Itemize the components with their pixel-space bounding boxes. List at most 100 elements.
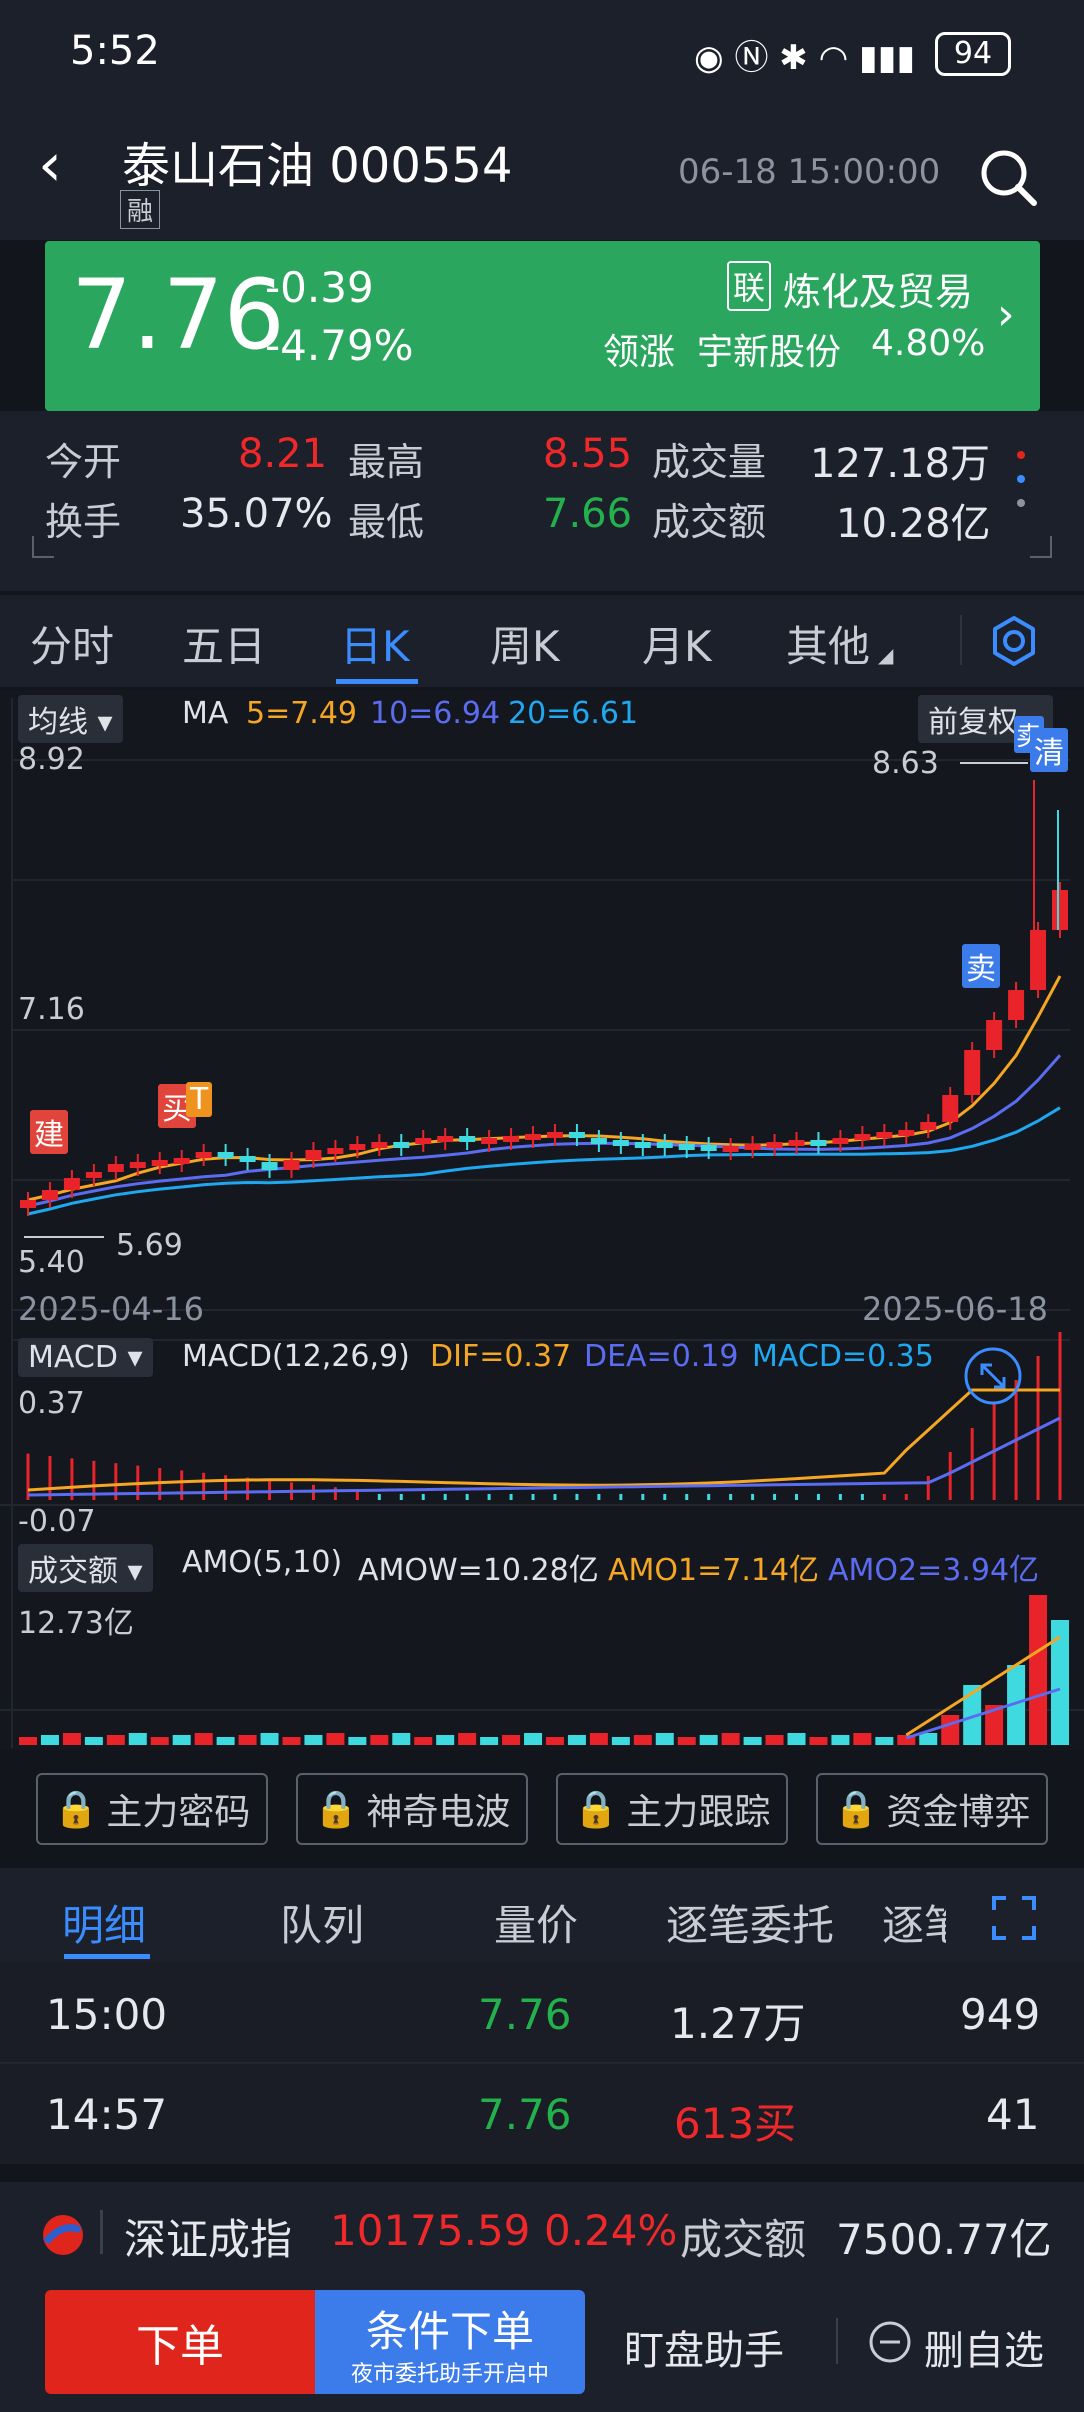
amount-label: 成交额 bbox=[652, 500, 767, 544]
last-price: 7.76 bbox=[71, 259, 285, 371]
amount-bar bbox=[567, 1735, 586, 1745]
tab-volume-price[interactable]: 量价 bbox=[494, 1892, 578, 1953]
candle-body bbox=[678, 1144, 695, 1150]
macd-select[interactable]: MACD ▾ bbox=[18, 1338, 153, 1377]
trade-count: 41 bbox=[986, 2090, 1040, 2139]
amount-select-label: 成交额 bbox=[28, 1554, 118, 1589]
candle-body bbox=[810, 1140, 827, 1146]
low-value: 7.66 bbox=[543, 491, 633, 537]
tool-main-track[interactable]: 🔒 主力跟踪 bbox=[556, 1773, 788, 1845]
signal-icons: ◉ Ⓝ ✱ ◠ ▮▮▮ bbox=[694, 38, 916, 78]
amount-select[interactable]: 成交额 ▾ bbox=[18, 1544, 153, 1592]
tool-fund-game[interactable]: 🔒 资金博弈 bbox=[816, 1773, 1048, 1845]
tab-divider bbox=[960, 615, 962, 665]
amount-bar bbox=[282, 1737, 301, 1745]
detail-tabs: 明细 队列 量价 逐笔委托 逐笔 bbox=[0, 1868, 1084, 1968]
tab-order-by-order[interactable]: 逐笔委托 bbox=[666, 1892, 834, 1953]
candle-body bbox=[415, 1138, 432, 1144]
more-dots-icon[interactable] bbox=[1014, 451, 1028, 521]
tab-detail[interactable]: 明细 bbox=[62, 1892, 146, 1953]
candle-body bbox=[63, 1178, 80, 1190]
amount-bar bbox=[40, 1735, 59, 1745]
tool-label: 资金博弈 bbox=[886, 1792, 1031, 1833]
period-tabs: 分时 五日 日K 周K 月K 其他 ◢ bbox=[0, 595, 1084, 687]
candle-body bbox=[305, 1150, 322, 1160]
candle-body bbox=[766, 1142, 783, 1148]
sector-name[interactable]: 炼化及贸易 bbox=[783, 261, 973, 316]
amount-y-top: 12.73亿 bbox=[18, 1606, 134, 1641]
candle-body bbox=[942, 1095, 959, 1122]
conditional-order-button[interactable]: 条件下单 夜市委托助手开启中 bbox=[315, 2290, 585, 2394]
monitor-assistant-button[interactable]: 盯盘助手 bbox=[624, 2318, 784, 2376]
leader-label: 领涨 bbox=[603, 332, 676, 373]
candle-body bbox=[151, 1160, 168, 1166]
open-label: 今开 bbox=[45, 440, 122, 484]
candle-body bbox=[898, 1130, 915, 1136]
amount-bar bbox=[611, 1737, 630, 1745]
leader-name: 宇新股份 bbox=[697, 332, 842, 373]
quote-stats: 今开 8.21 最高 8.55 成交量 127.18万 换手 35.07% 最低… bbox=[0, 411, 1084, 591]
tab-intraday[interactable]: 分时 bbox=[30, 613, 114, 674]
marker-build[interactable]: 建 bbox=[30, 1110, 68, 1154]
index-amount-label: 成交额 bbox=[680, 2215, 807, 2264]
high-label: 最高 bbox=[348, 440, 425, 484]
low-label: 最低 bbox=[348, 500, 425, 544]
detail-tab-indicator bbox=[64, 1954, 150, 1959]
index-bar[interactable]: 深证成指 10175.59 0.24% 成交额 7500.77亿 bbox=[0, 2182, 1084, 2282]
tool-magic-wave[interactable]: 🔒 神奇电波 bbox=[296, 1773, 528, 1845]
expand-icon[interactable] bbox=[990, 1894, 1038, 1942]
amount-bar bbox=[919, 1733, 938, 1745]
tab-daily-k[interactable]: 日K bbox=[340, 613, 410, 674]
remove-watchlist-button[interactable]: 删自选 bbox=[924, 2318, 1044, 2376]
sector-tag: 联 bbox=[727, 261, 772, 311]
status-time: 5:52 bbox=[70, 28, 160, 74]
candle-body bbox=[437, 1136, 454, 1142]
cond-order-sub: 夜市委托助手开启中 bbox=[350, 2362, 549, 2387]
candle-body bbox=[173, 1158, 190, 1164]
tab-monthly-k[interactable]: 月K bbox=[642, 613, 712, 674]
candle-body bbox=[986, 1020, 1003, 1050]
order-button[interactable]: 下单 bbox=[45, 2290, 315, 2394]
candle-body bbox=[327, 1148, 344, 1154]
high-mark: 8.63 bbox=[872, 746, 939, 781]
back-icon[interactable]: ‹ bbox=[38, 130, 62, 200]
amount-bar bbox=[809, 1737, 828, 1745]
marker-clear[interactable]: 清 bbox=[1030, 728, 1068, 772]
index-amount: 7500.77亿 bbox=[836, 2215, 1052, 2264]
minus-circle-icon[interactable] bbox=[868, 2320, 912, 2364]
amo-params: AMO(5,10) bbox=[182, 1545, 343, 1580]
fullscreen-toggle-icon[interactable] bbox=[962, 1345, 1024, 1407]
tab-tick-by-tick[interactable]: 逐笔 bbox=[882, 1892, 946, 1953]
tab-five-day[interactable]: 五日 bbox=[182, 613, 266, 674]
tab-queue[interactable]: 队列 bbox=[280, 1892, 364, 1953]
tab-weekly-k[interactable]: 周K bbox=[490, 613, 560, 674]
price-panel: 7.76 -0.39 -4.79% 联 炼化及贸易 领涨 宇新股份 4.80% … bbox=[45, 241, 1040, 411]
search-icon[interactable] bbox=[976, 145, 1040, 209]
tool-label: 神奇电波 bbox=[366, 1792, 511, 1833]
candle-body bbox=[920, 1122, 937, 1130]
candle-body bbox=[20, 1200, 36, 1208]
marker-sell[interactable]: 卖 bbox=[962, 944, 1000, 988]
expand-corner-left bbox=[32, 536, 54, 558]
tab-other[interactable]: 其他 bbox=[786, 613, 870, 674]
candle-body bbox=[107, 1164, 124, 1172]
tool-main-code[interactable]: 🔒 主力密码 bbox=[36, 1773, 268, 1845]
tool-label: 主力跟踪 bbox=[626, 1792, 771, 1833]
amount-bar bbox=[853, 1733, 872, 1745]
trade-row: 15:00 7.76 1.27万 949 bbox=[0, 1962, 1084, 2062]
status-bar: 5:52 ◉ Ⓝ ✱ ◠ ▮▮▮ 94 bbox=[0, 0, 1084, 110]
marker-t[interactable]: T bbox=[186, 1082, 213, 1117]
amount-bar bbox=[304, 1735, 323, 1745]
chevron-right-icon[interactable]: › bbox=[997, 289, 1015, 340]
stock-header: ‹ 泰山石油 000554 融 06-18 15:00:00 bbox=[0, 110, 1084, 240]
candles bbox=[20, 780, 1068, 1216]
candle-body bbox=[41, 1190, 58, 1200]
macd-dif: DIF=0.37 bbox=[430, 1339, 572, 1374]
amount-bar bbox=[128, 1733, 147, 1745]
amount-bar bbox=[589, 1733, 608, 1745]
candle-body bbox=[503, 1136, 520, 1142]
amount-bar bbox=[19, 1737, 37, 1745]
candle-body bbox=[239, 1156, 256, 1162]
trade-volume: 1.27万 bbox=[670, 1999, 806, 2048]
settings-gear-icon[interactable] bbox=[988, 615, 1040, 667]
